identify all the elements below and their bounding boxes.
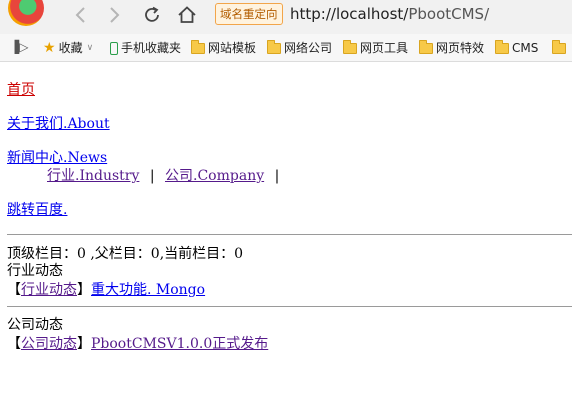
folder-icon	[267, 39, 281, 54]
bracket: 】	[77, 282, 91, 298]
divider	[7, 306, 572, 307]
separator: |	[274, 168, 280, 184]
folder-icon	[191, 39, 205, 54]
folder-icon	[343, 39, 357, 54]
category-link[interactable]: 公司动态	[21, 336, 77, 352]
browser-logo-icon	[8, 0, 44, 26]
subnav-link-industry[interactable]: 行业.Industry	[47, 168, 139, 184]
bookmark-folder[interactable]	[552, 39, 569, 57]
bookmark-label: 网页特效	[436, 41, 485, 55]
bookmark-label: 网页工具	[360, 41, 409, 55]
nav-link-home[interactable]: 首页	[7, 82, 35, 98]
bookmark-label: 手机收藏夹	[121, 41, 182, 55]
folder-icon	[552, 39, 566, 54]
article-row: 【行业动态】重大功能. Mongo	[7, 281, 205, 299]
nav-about-row: 关于我们.About	[7, 115, 110, 133]
nav-link-about[interactable]: 关于我们.About	[7, 116, 110, 132]
home-icon[interactable]	[174, 2, 200, 28]
bookmark-favorites[interactable]: ★ 收藏 ∨	[43, 39, 93, 57]
subnav-row: 行业.Industry | 公司.Company |	[47, 167, 285, 185]
phone-icon	[110, 41, 118, 55]
url-host: http://localhost/	[290, 5, 409, 23]
article-link[interactable]: PbootCMSV1.0.0正式发布	[91, 336, 268, 352]
section-title: 行业动态	[7, 263, 63, 279]
category-link[interactable]: 行业动态	[21, 282, 77, 298]
nav-news-row: 新闻中心.News	[7, 149, 107, 167]
forward-icon[interactable]	[101, 2, 127, 28]
article-link[interactable]: 重大功能. Mongo	[91, 282, 205, 298]
divider	[7, 234, 572, 235]
sidebar-toggle-icon[interactable]: ▐▷	[10, 40, 28, 54]
bookmark-folder[interactable]: 网页特效	[419, 39, 484, 57]
bookmark-label: 网络公司	[284, 41, 333, 55]
page-content: 首页 关于我们.About 新闻中心.News 行业.Industry | 公司…	[0, 62, 572, 402]
subnav-link-company[interactable]: 公司.Company	[165, 168, 264, 184]
nav-link-news[interactable]: 新闻中心.News	[7, 150, 107, 166]
star-icon: ★	[43, 40, 56, 56]
folder-icon	[495, 39, 509, 54]
back-icon[interactable]	[68, 2, 94, 28]
nav-link-baidu[interactable]: 跳转百度.	[7, 202, 67, 218]
address-bar[interactable]: http://localhost/PbootCMS/	[290, 4, 489, 24]
article-row: 【公司动态】PbootCMSV1.0.0正式发布	[7, 335, 268, 353]
bookmark-label: 网站模板	[208, 41, 257, 55]
reload-icon[interactable]	[139, 2, 165, 28]
bracket: 【	[7, 336, 21, 352]
bracket: 【	[7, 282, 21, 298]
bookmark-label: 收藏	[58, 41, 83, 55]
bookmark-folder[interactable]: CMS	[495, 39, 538, 57]
bookmark-folder[interactable]: 网页工具	[343, 39, 408, 57]
bookmark-label: CMS	[512, 41, 539, 55]
separator: |	[149, 168, 155, 184]
bookmark-folder[interactable]: 网络公司	[267, 39, 332, 57]
bookmarks-bar: ▐▷ ★ 收藏 ∨ 手机收藏夹 网站模板 网络公司 网页工具 网页特效 CMS	[0, 34, 572, 62]
section-title: 公司动态	[7, 317, 63, 333]
browser-toolbar: 域名重定向 http://localhost/PbootCMS/	[0, 0, 572, 34]
nav-home-row: 首页	[7, 81, 35, 99]
nav-baidu-row: 跳转百度.	[7, 201, 67, 219]
folder-icon	[419, 39, 433, 54]
column-status-text: 顶级栏目：0 ,父栏目：0,当前栏目：0	[7, 246, 244, 262]
bookmark-folder[interactable]: 网站模板	[191, 39, 256, 57]
chevron-down-icon: ∨	[86, 43, 94, 53]
redirect-badge[interactable]: 域名重定向	[215, 3, 283, 25]
url-path: PbootCMS/	[408, 5, 490, 23]
bookmark-mobile[interactable]: 手机收藏夹	[110, 39, 181, 57]
bracket: 】	[77, 336, 91, 352]
